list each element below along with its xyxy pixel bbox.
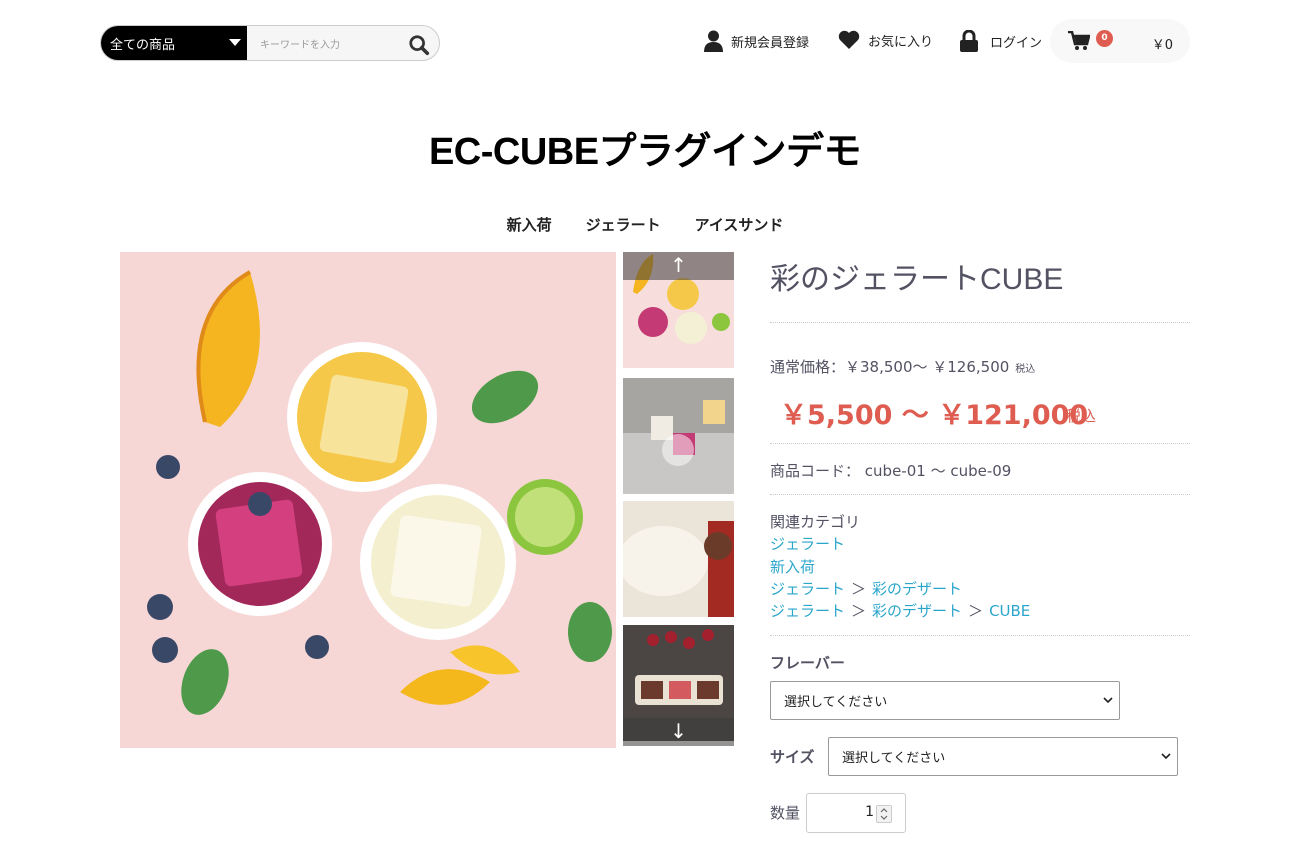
global-nav: 新入荷 ジェラート アイスサンド (0, 214, 1290, 235)
register-link[interactable]: 新規会員登録 (704, 30, 809, 52)
site-title[interactable]: EC-CUBEプラグインデモ (0, 120, 1290, 175)
cart-icon (1068, 31, 1090, 50)
favorites-link[interactable]: お気に入り (838, 30, 933, 50)
product-code-label: 商品コード： (770, 462, 861, 480)
flavor-select[interactable]: 選択してください (770, 681, 1120, 720)
category-link[interactable]: 新入荷 (770, 558, 815, 576)
category-select[interactable]: 全ての商品 (101, 26, 247, 60)
stepper-arrows-icon[interactable] (876, 805, 892, 823)
quantity-label: 数量 (770, 804, 801, 822)
chevron-down-icon (1103, 697, 1113, 704)
divider (770, 494, 1190, 495)
thumbnail-3[interactable] (623, 501, 734, 617)
chevron-down-icon (1161, 753, 1171, 760)
flavor-label: フレーバー (770, 654, 845, 672)
category-path: ジェラート (770, 533, 845, 554)
cart-total: ￥0 (1151, 38, 1173, 53)
heart-icon (838, 30, 860, 49)
sale-price: ￥5,500 〜 ￥121,000 (780, 400, 1089, 431)
nav-item-ice-sand[interactable]: アイスサンド (695, 214, 784, 235)
category-link[interactable]: ジェラート (770, 602, 845, 620)
size-select[interactable]: 選択してください (828, 737, 1178, 776)
cart-button[interactable]: 0 ￥0 (1050, 19, 1190, 63)
divider (770, 322, 1190, 323)
gallery-down-arrow[interactable]: ↓ (623, 718, 734, 746)
normal-price: 通常価格：￥38,500〜 ￥126,500 税込 (770, 356, 1035, 377)
category-separator: ＞ (968, 602, 984, 620)
quantity-stepper[interactable]: 1 (806, 793, 906, 833)
divider (770, 443, 1190, 444)
category-link[interactable]: 彩のデザート (872, 580, 962, 598)
normal-price-value: 通常価格：￥38,500〜 ￥126,500 (770, 358, 1010, 376)
category-path: ジェラート ＞ 彩のデザート (770, 578, 962, 599)
lock-icon (960, 30, 978, 52)
quantity-value: 1 (865, 804, 874, 820)
search-icon[interactable] (408, 34, 430, 56)
category-link[interactable]: 彩のデザート (872, 602, 962, 620)
login-link[interactable]: ログイン (960, 30, 1042, 52)
product-code-value: cube-01 〜 cube-09 (864, 462, 1012, 480)
category-link[interactable]: CUBE (989, 602, 1030, 620)
search-bar: 全ての商品 キーワードを入力 (100, 25, 440, 61)
nav-item-gelato[interactable]: ジェラート (586, 214, 661, 235)
login-label: ログイン (990, 35, 1043, 51)
caret-down-icon (229, 39, 241, 46)
divider (770, 635, 1190, 636)
register-label: 新規会員登録 (731, 35, 810, 51)
category-select-label: 全ての商品 (110, 37, 176, 53)
favorites-label: お気に入り (868, 34, 934, 50)
category-path: 新入荷 (770, 556, 815, 577)
category-link[interactable]: ジェラート (770, 580, 845, 598)
thumbnail-2[interactable] (623, 378, 734, 494)
category-path: ジェラート ＞ 彩のデザート ＞ CUBE (770, 600, 1030, 621)
category-link[interactable]: ジェラート (770, 535, 845, 553)
related-category-label: 関連カテゴリ (770, 513, 861, 531)
product-name: 彩のジェラートCUBE (770, 263, 1064, 296)
gallery-up-arrow[interactable]: ↑ (623, 252, 734, 280)
flavor-select-value: 選択してください (784, 695, 888, 710)
main-product-image (120, 252, 616, 748)
normal-price-tax: 税込 (1015, 364, 1036, 375)
cart-count-badge: 0 (1096, 30, 1113, 47)
category-separator: ＞ (851, 580, 867, 598)
sale-price-tax: 税込 (1066, 407, 1097, 425)
nav-item-new[interactable]: 新入荷 (507, 214, 552, 235)
product-code: 商品コード： cube-01 〜 cube-09 (770, 460, 1011, 481)
category-separator: ＞ (851, 602, 867, 620)
size-select-value: 選択してください (842, 751, 946, 766)
user-icon (704, 30, 723, 52)
size-label: サイズ (770, 748, 815, 766)
